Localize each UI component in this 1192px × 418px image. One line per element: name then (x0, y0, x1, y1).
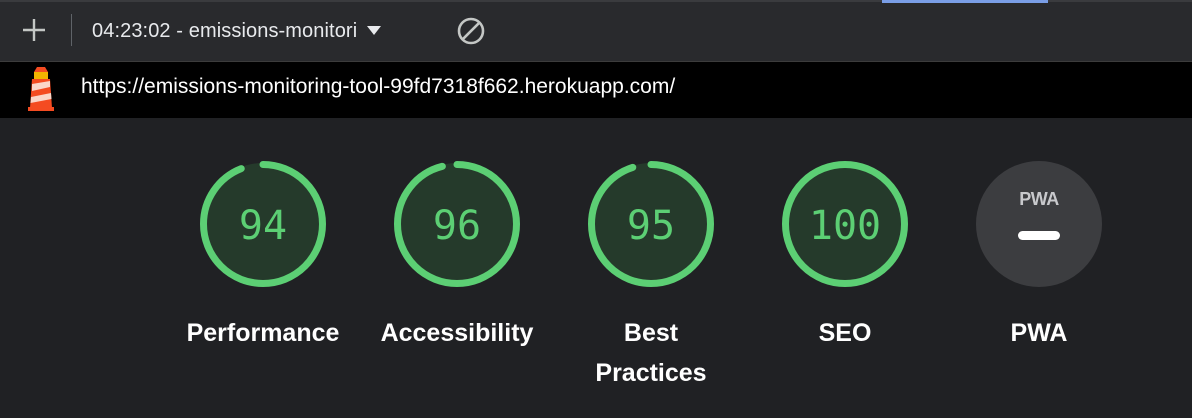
category-label: PWA (1010, 319, 1068, 347)
gauge-best-practices[interactable]: 95 Best Practices (561, 158, 741, 393)
toolbar-separator (71, 14, 72, 46)
category-label: Performance (186, 319, 340, 347)
report-selector-dropdown[interactable]: 04:23:02 - emissions-monitori (92, 16, 382, 46)
gauge-ring: 100 (782, 161, 908, 287)
chevron-down-icon (367, 25, 382, 35)
category-label: Accessibility (380, 319, 534, 347)
category-label: Best Practices (595, 319, 707, 387)
lighthouse-icon (24, 66, 58, 112)
gauge-accessibility[interactable]: 96 Accessibility (367, 158, 547, 353)
gauge-ring: 94 (200, 161, 326, 287)
devtools-toolbar: 04:23:02 - emissions-monitori (0, 0, 1192, 62)
gauge-seo[interactable]: 100 SEO (755, 158, 935, 353)
report-url[interactable]: https://emissions-monitoring-tool-99fd73… (81, 75, 675, 99)
gauge-performance[interactable]: 94 Performance (173, 158, 353, 353)
category-gauges: 94 Performance 96 Accessibility 95 Best … (0, 118, 1192, 418)
category-label: SEO (818, 319, 872, 347)
gauge-pwa[interactable]: PWA PWA (949, 158, 1129, 353)
gauge-ring: 95 (588, 161, 714, 287)
pwa-badge-text: PWA (1019, 189, 1059, 209)
new-report-button[interactable] (18, 14, 50, 46)
pwa-badge: PWA (976, 161, 1102, 287)
block-icon (457, 17, 485, 45)
not-applicable-dash-icon (1018, 231, 1060, 240)
clear-reports-button[interactable] (455, 15, 487, 47)
plus-icon (23, 19, 45, 41)
active-tab-indicator (882, 0, 1048, 3)
report-selector-label: 04:23:02 - emissions-monitori (92, 19, 358, 42)
score-value: 96 (433, 203, 481, 249)
gauge-ring: 96 (394, 161, 520, 287)
score-value: 95 (627, 203, 675, 249)
score-value: 94 (239, 203, 287, 249)
score-value: 100 (809, 203, 881, 249)
